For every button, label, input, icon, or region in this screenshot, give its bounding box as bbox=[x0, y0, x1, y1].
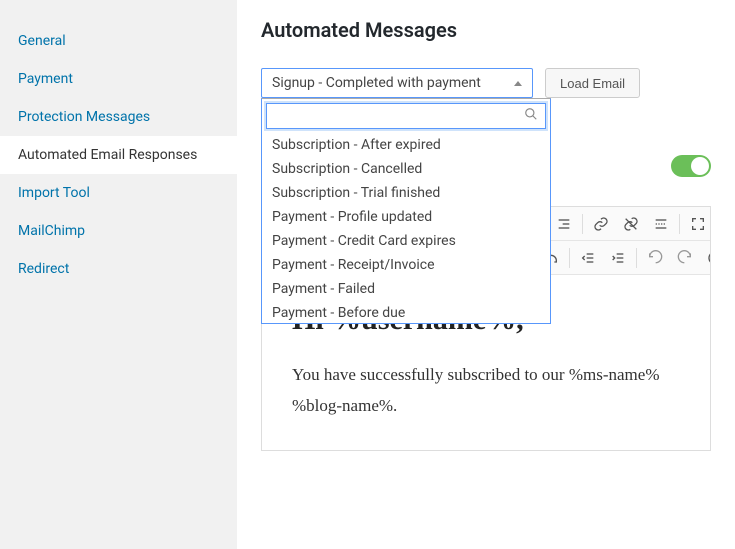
template-select-results[interactable]: Subscription - After expired Subscriptio… bbox=[262, 133, 550, 323]
toolbar-divider bbox=[636, 248, 637, 268]
page-title: Automated Messages bbox=[261, 18, 711, 42]
sidebar-item-general[interactable]: General bbox=[0, 22, 237, 60]
undo-icon[interactable] bbox=[641, 244, 669, 272]
sidebar-item-import-tool[interactable]: Import Tool bbox=[0, 174, 237, 212]
editor-line-1: You have successfully subscribed to our … bbox=[292, 365, 659, 384]
unlink-icon[interactable] bbox=[617, 210, 645, 238]
sidebar-item-protection-messages[interactable]: Protection Messages bbox=[0, 98, 237, 136]
redo-icon[interactable] bbox=[671, 244, 699, 272]
template-select-value: Signup - Completed with payment bbox=[272, 75, 481, 91]
option-subscription-trial-finished[interactable]: Subscription - Trial finished bbox=[262, 181, 550, 205]
fullscreen-icon[interactable] bbox=[684, 210, 710, 238]
option-subscription-after-expired[interactable]: Subscription - After expired bbox=[262, 133, 550, 157]
sidebar-item-payment[interactable]: Payment bbox=[0, 60, 237, 98]
option-payment-failed[interactable]: Payment - Failed bbox=[262, 277, 550, 301]
help-icon[interactable] bbox=[701, 244, 710, 272]
align-right-icon[interactable] bbox=[550, 210, 578, 238]
readmore-icon[interactable] bbox=[647, 210, 675, 238]
option-payment-profile-updated[interactable]: Payment - Profile updated bbox=[262, 205, 550, 229]
toolbar-divider bbox=[582, 214, 583, 234]
enable-toggle[interactable] bbox=[671, 155, 711, 177]
option-payment-credit-card-expires[interactable]: Payment - Credit Card expires bbox=[262, 229, 550, 253]
settings-sidebar: General Payment Protection Messages Auto… bbox=[0, 0, 237, 549]
option-payment-before-due[interactable]: Payment - Before due bbox=[262, 301, 550, 323]
toolbar-divider bbox=[569, 248, 570, 268]
toolbar-divider bbox=[679, 214, 680, 234]
sidebar-item-redirect[interactable]: Redirect bbox=[0, 250, 237, 288]
indent-icon[interactable] bbox=[604, 244, 632, 272]
sidebar-item-automated-email[interactable]: Automated Email Responses bbox=[0, 136, 237, 174]
main-panel: Automated Messages Signup - Completed wi… bbox=[237, 0, 735, 549]
chevron-up-icon bbox=[514, 81, 522, 86]
template-search-input[interactable] bbox=[266, 103, 546, 129]
editor-line-2: %blog-name%. bbox=[292, 396, 397, 415]
template-select-dropdown: Subscription - After expired Subscriptio… bbox=[261, 98, 551, 324]
link-icon[interactable] bbox=[587, 210, 615, 238]
outdent-icon[interactable] bbox=[574, 244, 602, 272]
option-subscription-cancelled[interactable]: Subscription - Cancelled bbox=[262, 157, 550, 181]
sidebar-item-mailchimp[interactable]: MailChimp bbox=[0, 212, 237, 250]
template-select[interactable]: Signup - Completed with payment Subscrip… bbox=[261, 68, 533, 98]
load-email-button[interactable]: Load Email bbox=[545, 68, 640, 98]
option-payment-receipt-invoice[interactable]: Payment - Receipt/Invoice bbox=[262, 253, 550, 277]
